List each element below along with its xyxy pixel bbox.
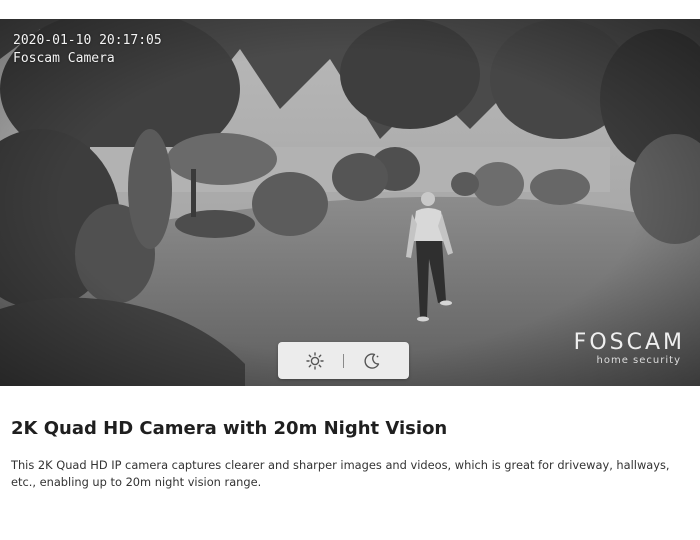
camera-osd: 2020-01-10 20:17:05 Foscam Camera bbox=[13, 32, 162, 68]
night-mode-button[interactable] bbox=[344, 342, 400, 379]
watermark-brand: FOSCAM bbox=[573, 330, 685, 355]
watermark-tagline: home security bbox=[596, 355, 681, 366]
camera-feed-image: 2020-01-10 20:17:05 Foscam Camera FOSCAM… bbox=[0, 19, 700, 386]
feature-title: 2K Quad HD Camera with 20m Night Vision bbox=[11, 418, 448, 439]
day-mode-button[interactable] bbox=[287, 342, 343, 379]
day-night-toggle[interactable] bbox=[278, 342, 409, 379]
sun-icon bbox=[306, 351, 324, 370]
moon-icon bbox=[364, 352, 380, 369]
feature-description: This 2K Quad HD IP camera captures clear… bbox=[11, 458, 670, 489]
osd-timestamp: 2020-01-10 20:17:05 bbox=[13, 33, 162, 48]
osd-camera-name: Foscam Camera bbox=[13, 51, 115, 66]
brand-watermark: FOSCAM home security bbox=[530, 332, 685, 368]
